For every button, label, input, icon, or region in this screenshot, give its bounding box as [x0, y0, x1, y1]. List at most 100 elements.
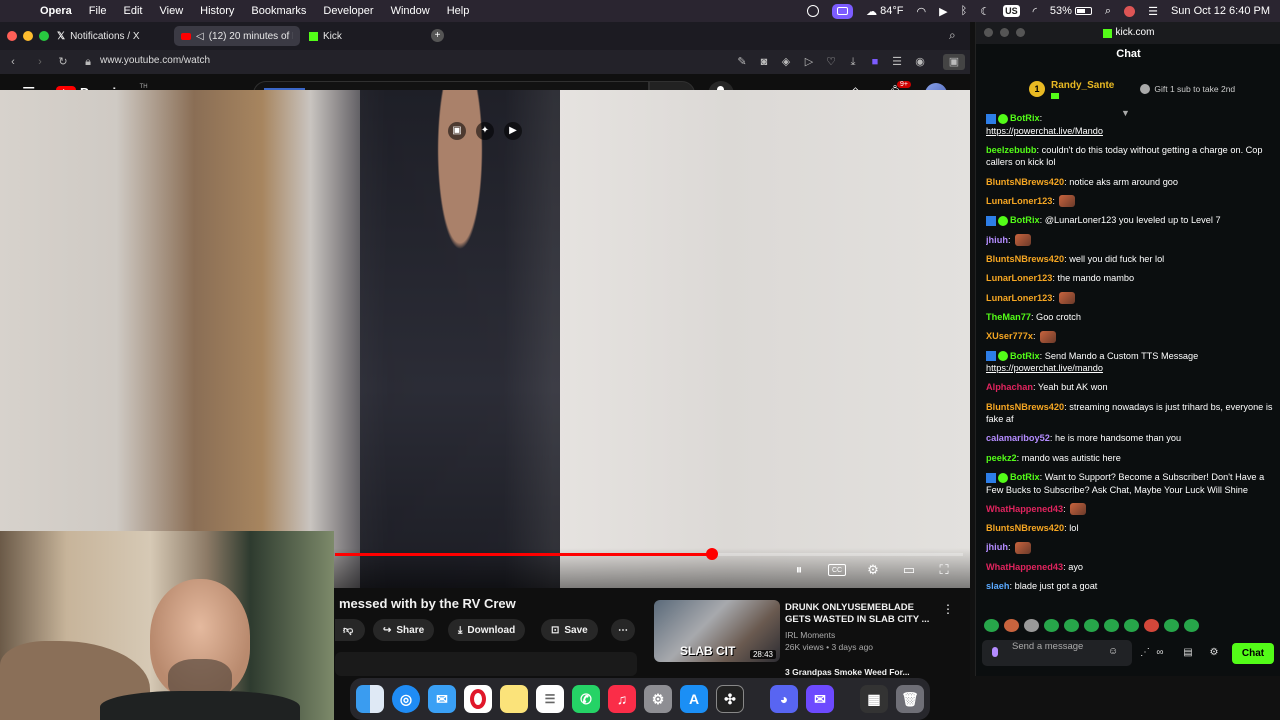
autoplay-toggle-icon[interactable]: ⏸︎	[788, 562, 810, 578]
chat-username[interactable]: peekz2	[986, 453, 1017, 463]
spotlight-icon[interactable]: ⌕	[1105, 5, 1111, 18]
chat-link[interactable]: https://powerchat.live/mando	[986, 362, 1274, 375]
emote-icon[interactable]	[1024, 619, 1039, 632]
chat-username[interactable]: BotRix	[1010, 113, 1040, 123]
moon-icon[interactable]: ☾	[980, 5, 990, 18]
chat-username[interactable]: jhiuh	[986, 235, 1008, 245]
menu-help[interactable]: Help	[447, 5, 470, 17]
safari-icon[interactable]: ◎	[392, 685, 420, 713]
zoom-window-button[interactable]	[39, 31, 49, 41]
chat-username[interactable]: Alphachan	[986, 382, 1033, 392]
chat-username[interactable]: BluntsNBrews420	[986, 177, 1064, 187]
emote-icon[interactable]	[1064, 619, 1079, 632]
close-window-button[interactable]	[7, 31, 17, 41]
chat-send-button[interactable]: Chat	[1232, 643, 1274, 664]
chat-username[interactable]: TheMan77	[986, 312, 1031, 322]
profile-icon[interactable]: ◉	[914, 56, 926, 68]
recommended-thumbnail[interactable]: SLAB CIT 28:43	[654, 600, 780, 662]
emoji-icon[interactable]: ☺	[1108, 646, 1118, 657]
magic-icon[interactable]: ✦	[476, 122, 494, 140]
zoom-window-button[interactable]	[1016, 28, 1025, 37]
clock[interactable]: Sun Oct 12 6:40 PM	[1171, 5, 1270, 17]
chat-username[interactable]: LunarLoner123	[986, 293, 1052, 303]
theater-mode-icon[interactable]: ▭	[900, 562, 918, 578]
menu-history[interactable]: History	[200, 5, 234, 17]
battery-status[interactable]: 53%	[1050, 5, 1092, 17]
close-window-button[interactable]	[984, 28, 993, 37]
video-player[interactable]: ▣ ✦ ▶	[0, 90, 970, 588]
apple-icon[interactable]	[14, 4, 28, 18]
new-tab-button[interactable]: +	[431, 29, 444, 42]
dislike-button[interactable]: 👎︎	[335, 619, 365, 641]
emote-icon[interactable]	[1124, 619, 1139, 632]
emote-icon[interactable]	[1184, 619, 1199, 632]
reload-icon[interactable]: ↻	[57, 56, 69, 68]
tab-search-icon[interactable]: ⌕	[949, 28, 956, 43]
calendar-icon[interactable]: ▤	[1182, 647, 1194, 659]
chat-username[interactable]: BluntsNBrews420	[986, 523, 1064, 533]
download-button[interactable]: ⤓ Download	[448, 619, 526, 641]
sidebar-toggle-icon[interactable]: ▣	[943, 54, 965, 70]
emote-icon[interactable]	[1004, 619, 1019, 632]
chat-username[interactable]: BotRix	[1010, 215, 1040, 225]
wifi-icon[interactable]: ◜	[1033, 5, 1037, 18]
notes-icon[interactable]	[500, 685, 528, 713]
chat-settings-icon[interactable]: ⚙	[1208, 647, 1220, 659]
screenshot-icon[interactable]: ▦	[860, 685, 888, 713]
music-icon[interactable]: ♫	[608, 685, 636, 713]
chat-username[interactable]: BluntsNBrews420	[986, 402, 1064, 412]
minimize-window-button[interactable]	[1000, 28, 1009, 37]
settings-gear-icon[interactable]: ⚙	[864, 562, 882, 578]
headphones-icon[interactable]: ◠	[917, 5, 927, 18]
chat-username[interactable]: WhatHappened43	[986, 504, 1063, 514]
creative-cloud-icon[interactable]	[807, 5, 820, 17]
chat-username[interactable]: calamariboy52	[986, 433, 1050, 443]
forward-icon[interactable]: ›	[34, 56, 46, 68]
emote-icon[interactable]	[1044, 619, 1059, 632]
emote-icon[interactable]	[1104, 619, 1119, 632]
input-source-badge[interactable]: US	[1003, 5, 1020, 17]
edit-icon[interactable]: ✎	[736, 56, 748, 68]
recommended-title[interactable]: DRUNK ONLYUSEMEBLADE GETS WASTED IN SLAB…	[785, 602, 935, 626]
discord-icon[interactable]: ◕	[770, 685, 798, 713]
chat-link[interactable]: https://powerchat.live/Mando	[986, 125, 1274, 138]
back-icon[interactable]: ‹	[7, 56, 19, 68]
finder-icon[interactable]	[356, 685, 384, 713]
play-icon[interactable]: ▷	[803, 56, 815, 68]
microphone-icon[interactable]	[992, 647, 998, 657]
fullscreen-icon[interactable]: ⛶	[935, 562, 953, 578]
menu-edit[interactable]: Edit	[124, 5, 143, 17]
bluetooth-icon[interactable]: ᛒ	[961, 5, 968, 17]
recommended-video[interactable]: SLAB CIT 28:43 DRUNK ONLYUSEMEBLADE GETS…	[654, 600, 970, 678]
progress-bar[interactable]	[335, 548, 963, 560]
tab-x-notifications[interactable]: 𝕏 Notifications / X	[50, 26, 172, 46]
download-icon[interactable]: ⤓	[847, 56, 859, 68]
chat-username[interactable]: LunarLoner123	[986, 273, 1052, 283]
emote-icon[interactable]	[1084, 619, 1099, 632]
chat-username[interactable]: jhiuh	[986, 542, 1008, 552]
camera-video-icon[interactable]: ▶	[504, 122, 522, 140]
menu-file[interactable]: File	[89, 5, 107, 17]
emote-icon[interactable]	[1144, 619, 1159, 632]
chat-username[interactable]: slaeh	[986, 581, 1010, 591]
weather-widget[interactable]: ☁ 84°F	[866, 5, 903, 18]
opera-icon[interactable]	[464, 685, 492, 713]
proton-mail-icon[interactable]: ✉	[806, 685, 834, 713]
now-playing-icon[interactable]: ▶	[939, 5, 947, 18]
chat-tools-icon[interactable]: ⋰	[1139, 647, 1151, 659]
share-button[interactable]: ↪ Share	[373, 619, 435, 641]
app-menu-opera[interactable]: Opera	[40, 5, 72, 17]
chat-username[interactable]: XUser777x	[986, 331, 1033, 341]
chat-username[interactable]: beelzebubb	[986, 145, 1037, 155]
chat-username[interactable]: BluntsNBrews420	[986, 254, 1064, 264]
gift-sub-text[interactable]: Gift 1 sub to take 2nd	[1154, 84, 1235, 94]
chat-username[interactable]: WhatHappened43	[986, 562, 1063, 572]
emote-icon[interactable]	[984, 619, 999, 632]
user-icon[interactable]	[1124, 5, 1136, 17]
tab-kick[interactable]: Kick	[302, 26, 424, 46]
miniplayer-icon[interactable]: ▣	[448, 122, 466, 140]
captions-icon[interactable]: CC	[828, 564, 846, 576]
chat-username[interactable]: BotRix	[1010, 351, 1040, 361]
menu-developer[interactable]: Developer	[323, 5, 373, 17]
glasses-icon[interactable]: ∞	[1154, 647, 1166, 659]
